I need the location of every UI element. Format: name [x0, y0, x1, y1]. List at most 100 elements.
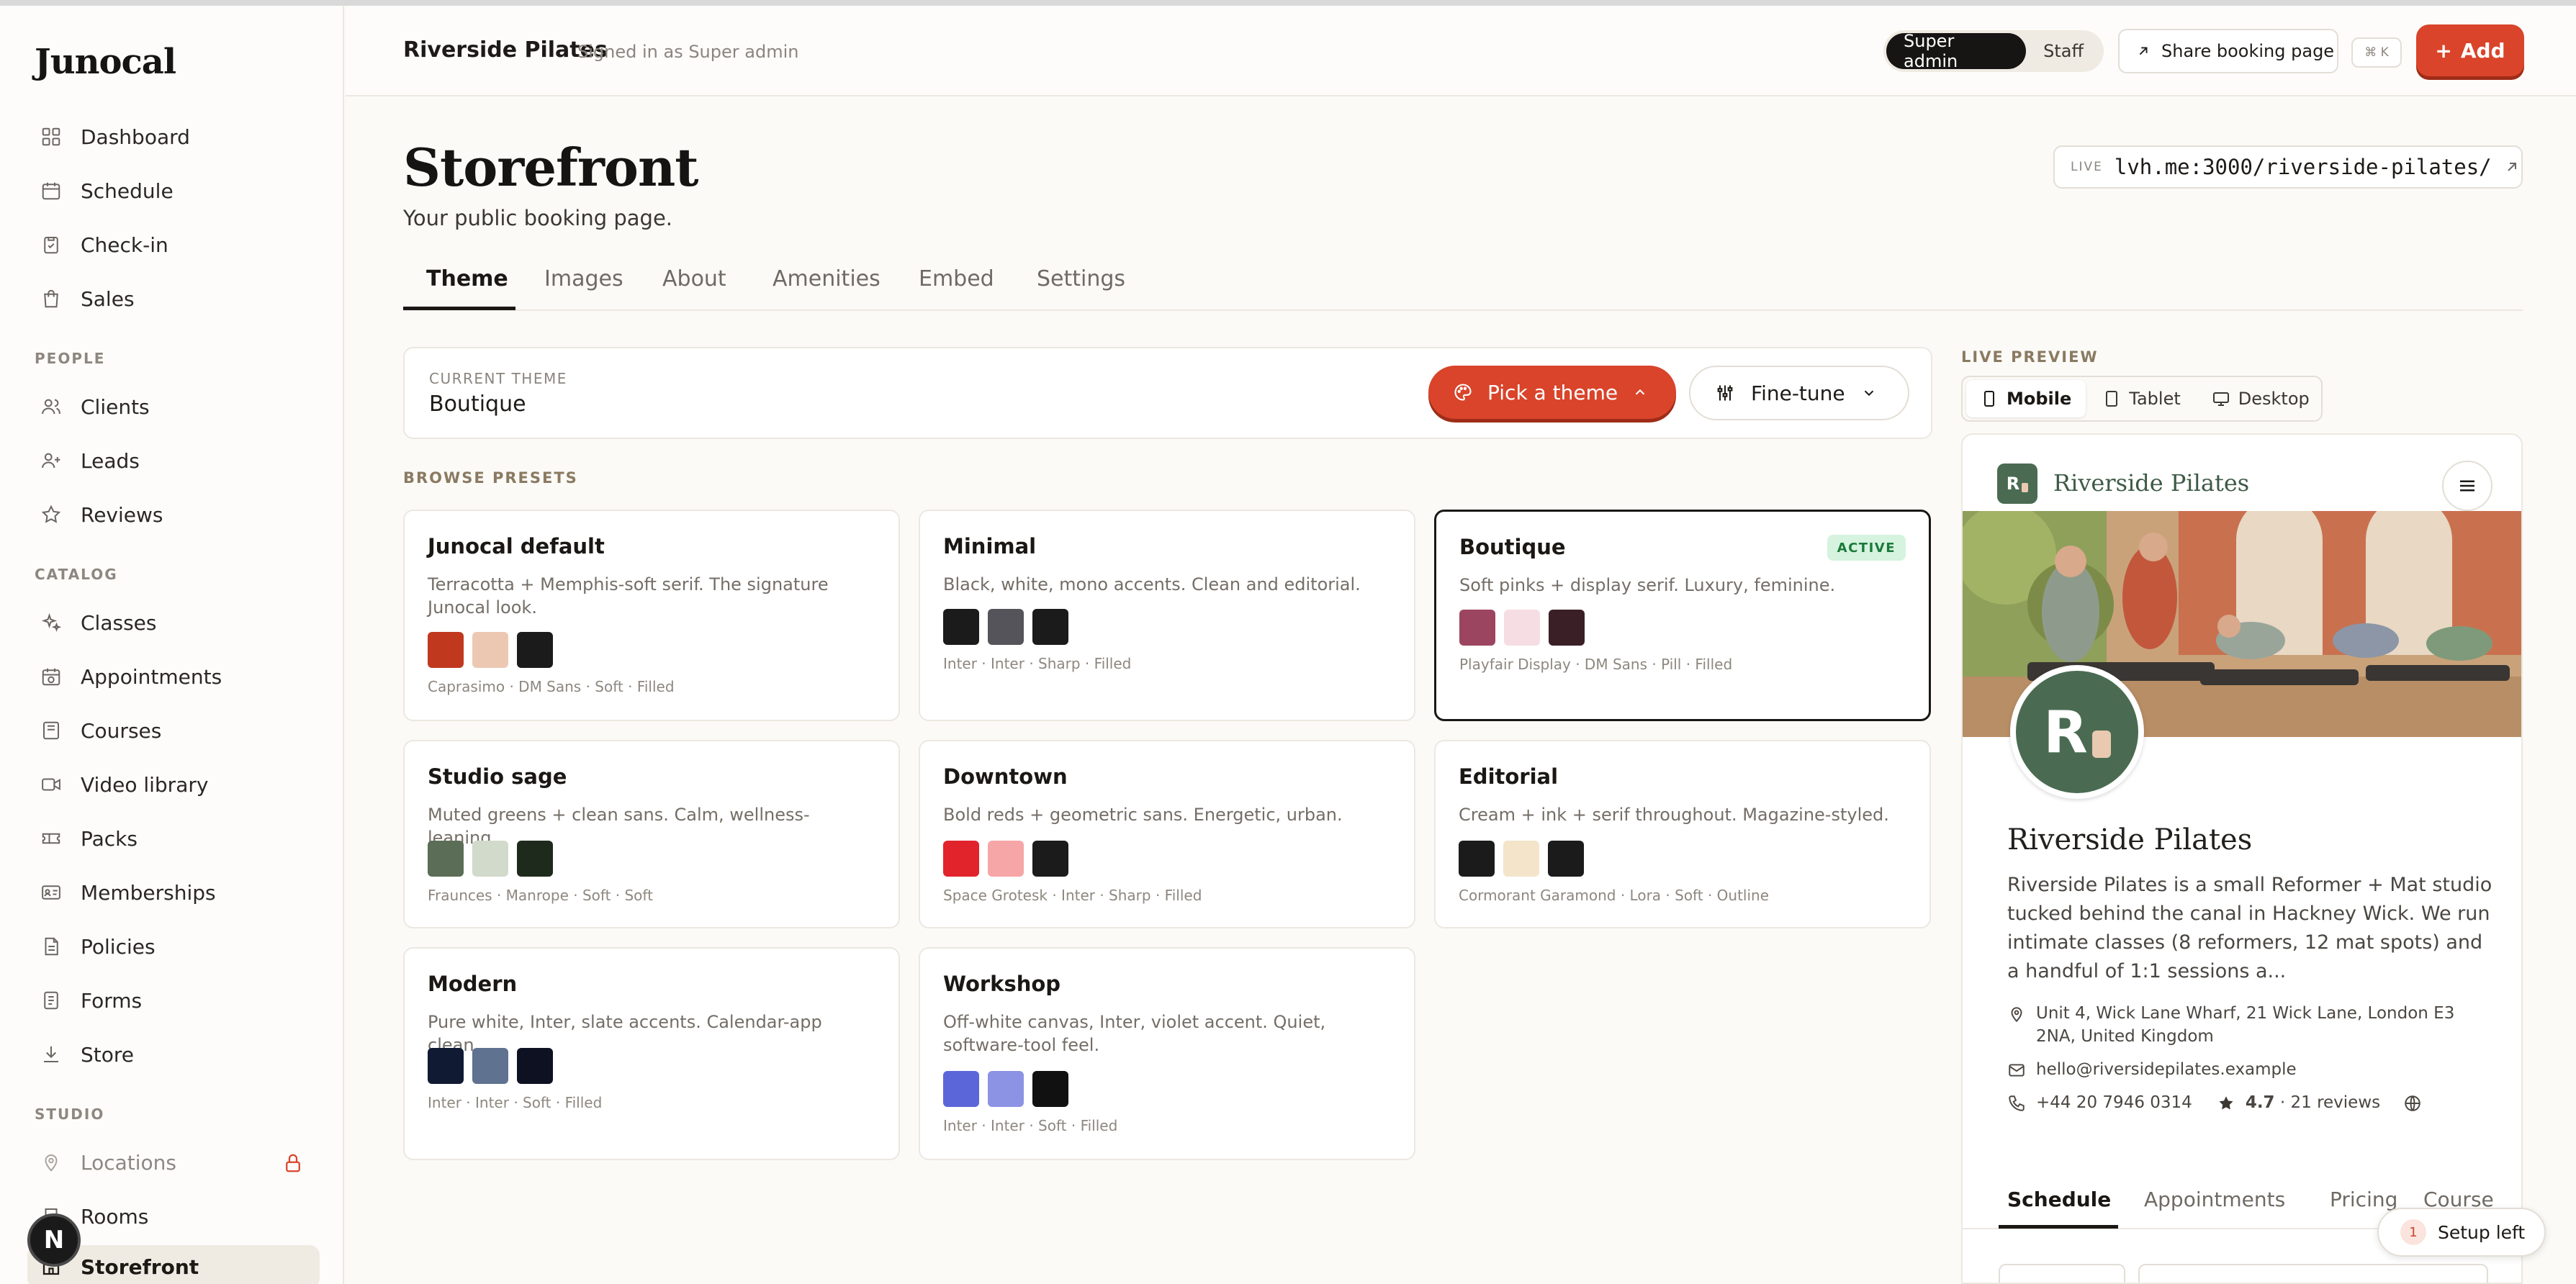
- device-desktop-button[interactable]: Desktop: [2198, 380, 2324, 417]
- preset-card-editorial[interactable]: Editorial Cream + ink + serif throughout…: [1434, 740, 1931, 928]
- sidebar-item-forms[interactable]: Forms: [27, 977, 320, 1023]
- form-icon: [44, 991, 58, 1010]
- active-tab-indicator: [403, 307, 515, 310]
- storefront-preview: R Riverside Pilates R Riverside Pilates …: [1961, 433, 2523, 1284]
- globe-icon[interactable]: [2403, 1094, 2422, 1113]
- email-text: hello@riversidepilates.example: [2036, 1060, 2297, 1079]
- sliders-icon: [1717, 385, 1733, 401]
- sidebar-item-policies[interactable]: Policies: [27, 923, 320, 969]
- shopping-bag-icon: [44, 289, 58, 308]
- preview-filter-field[interactable]: [2138, 1264, 2488, 1283]
- sidebar-item-label: Memberships: [81, 880, 216, 905]
- fine-tune-button[interactable]: Fine-tune: [1689, 366, 1909, 420]
- dev-tools-button[interactable]: N: [27, 1213, 81, 1267]
- clipboard-check-icon: [44, 237, 58, 254]
- live-url-link[interactable]: LIVE lvh.me:3000/riverside-pilates/: [2053, 145, 2523, 189]
- sidebar-item-label: Packs: [81, 826, 138, 851]
- preview-tab-pricing[interactable]: Pricing: [2330, 1188, 2397, 1211]
- preset-swatches: [943, 1071, 1068, 1107]
- preview-email[interactable]: hello@riversidepilates.example: [2007, 1058, 2297, 1081]
- tablet-icon: [2106, 391, 2118, 407]
- fine-tune-label: Fine-tune: [1751, 381, 1845, 405]
- tab-settings[interactable]: Settings: [1037, 266, 1125, 291]
- sidebar-item-clients[interactable]: Clients: [27, 384, 320, 430]
- pick-theme-label: Pick a theme: [1487, 380, 1618, 404]
- sidebar-item-video-library[interactable]: Video library: [27, 761, 320, 808]
- preset-description: Terracotta + Memphis-soft serif. The sig…: [428, 574, 829, 618]
- preset-description: Off-white canvas, Inter, violet accent. …: [943, 1012, 1326, 1055]
- preview-studio-name: Riverside Pilates: [2053, 469, 2250, 497]
- sidebar-item-check-in[interactable]: Check-in: [27, 222, 320, 268]
- sidebar-item-label: Storefront: [81, 1254, 199, 1279]
- color-swatch: [428, 632, 464, 668]
- device-label: Mobile: [2007, 389, 2072, 409]
- preset-description: Black, white, mono accents. Clean and ed…: [943, 574, 1361, 594]
- download-icon: [44, 1046, 58, 1062]
- share-booking-page-button[interactable]: Share booking page: [2118, 29, 2338, 73]
- sidebar-item-store[interactable]: Store: [27, 1031, 320, 1077]
- preview-filter-button[interactable]: [1999, 1264, 2125, 1283]
- color-swatch: [943, 609, 979, 645]
- sidebar-item-courses[interactable]: Courses: [27, 707, 320, 754]
- share-label: Share booking page: [2161, 41, 2335, 61]
- sidebar-item-reviews[interactable]: Reviews: [27, 492, 320, 538]
- preset-card-boutique[interactable]: Boutique ACTIVE Soft pinks + display ser…: [1434, 510, 1931, 721]
- preset-card-junocal-default[interactable]: Junocal default Terracotta + Memphis-sof…: [403, 510, 900, 721]
- preview-tab-appointments[interactable]: Appointments: [2144, 1188, 2285, 1211]
- preset-card-downtown[interactable]: Downtown Bold reds + geometric sans. Ene…: [919, 740, 1415, 928]
- sparkles-icon: [41, 612, 62, 632]
- sidebar-item-memberships[interactable]: Memberships: [27, 869, 320, 915]
- tab-about[interactable]: About: [662, 266, 726, 291]
- active-badge: ACTIVE: [1827, 535, 1906, 561]
- device-tablet-button[interactable]: Tablet: [2089, 380, 2194, 417]
- browse-presets-label: BROWSE PRESETS: [403, 469, 578, 487]
- sidebar-item-packs[interactable]: Packs: [27, 815, 320, 862]
- color-swatch: [472, 841, 508, 877]
- preview-menu-button[interactable]: [2442, 461, 2492, 511]
- sidebar-item-schedule[interactable]: Schedule: [27, 168, 320, 214]
- phone-text[interactable]: +44 20 7946 0314: [2036, 1091, 2192, 1114]
- role-super-admin-button[interactable]: Super admin: [1886, 31, 2027, 71]
- tab-embed[interactable]: Embed: [919, 266, 994, 291]
- preset-swatches: [428, 841, 553, 877]
- add-button[interactable]: + Add: [2416, 24, 2524, 76]
- calendar-icon: [42, 182, 60, 200]
- device-mobile-button[interactable]: Mobile: [1966, 380, 2086, 417]
- sidebar-item-label: Reviews: [81, 502, 163, 527]
- sidebar-section-studio: STUDIO: [35, 1106, 105, 1123]
- preset-card-minimal[interactable]: Minimal Black, white, mono accents. Clea…: [919, 510, 1415, 721]
- preset-description: Soft pinks + display serif. Luxury, femi…: [1459, 575, 1836, 595]
- tab-theme[interactable]: Theme: [426, 266, 508, 291]
- preset-meta: Fraunces · Manrope · Soft · Soft: [428, 887, 653, 904]
- preset-card-workshop[interactable]: Workshop Off-white canvas, Inter, violet…: [919, 947, 1415, 1160]
- top-header: Riverside Pilates Signed in as Super adm…: [346, 6, 2576, 96]
- preset-name: Minimal: [943, 534, 1037, 559]
- setup-left-button[interactable]: 1 Setup left: [2377, 1208, 2546, 1257]
- chevron-up-icon: [1635, 389, 1645, 395]
- current-theme-card: CURRENT THEME Boutique Pick a theme Fine…: [403, 347, 1932, 439]
- tab-amenities[interactable]: Amenities: [773, 266, 881, 291]
- sidebar-item-appointments[interactable]: Appointments: [27, 654, 320, 700]
- preset-swatches: [943, 609, 1068, 645]
- preview-tab-schedule[interactable]: Schedule: [2007, 1188, 2111, 1211]
- sidebar-item-sales[interactable]: Sales: [27, 276, 320, 322]
- preview-active-tab-indicator: [1999, 1225, 2118, 1229]
- preset-meta: Inter · Inter · Sharp · Filled: [943, 655, 1132, 672]
- phone-icon: [1984, 391, 1994, 407]
- tab-images[interactable]: Images: [544, 266, 623, 291]
- color-swatch: [943, 1071, 979, 1107]
- preset-name: Studio sage: [428, 764, 567, 789]
- preset-card-studio-sage[interactable]: Studio sage Muted greens + clean sans. C…: [403, 740, 900, 928]
- current-theme-label: CURRENT THEME: [429, 370, 567, 387]
- user-plus-icon: [42, 453, 60, 469]
- command-palette-shortcut[interactable]: ⌘ K: [2351, 37, 2402, 68]
- sidebar-item-classes[interactable]: Classes: [27, 600, 320, 646]
- sidebar-item-label: Check-in: [81, 232, 168, 257]
- sidebar-item-dashboard[interactable]: Dashboard: [27, 114, 320, 160]
- sidebar-item-leads[interactable]: Leads: [27, 438, 320, 484]
- pick-theme-button[interactable]: Pick a theme: [1428, 366, 1676, 419]
- preset-card-modern[interactable]: Modern Pure white, Inter, slate accents.…: [403, 947, 900, 1160]
- role-staff-button[interactable]: Staff: [2026, 33, 2101, 69]
- sidebar-item-locations[interactable]: Locations: [27, 1139, 320, 1185]
- sidebar-item-label: Forms: [81, 988, 143, 1013]
